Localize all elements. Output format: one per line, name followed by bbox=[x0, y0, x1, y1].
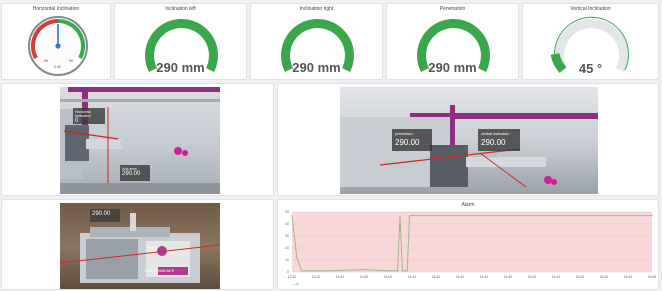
alarm-band bbox=[292, 212, 652, 272]
label-value: 290.00 bbox=[92, 211, 111, 217]
x-tick-label: 15:40 bbox=[624, 275, 633, 279]
data-point bbox=[387, 270, 389, 272]
y-tick-label: 0 bbox=[287, 270, 289, 274]
x-tick-label: 15:50 bbox=[648, 275, 657, 279]
alarm-chart: 50 40 30 20 10 013:20 13:30 13:40 13:50 14:00 14:1… bbox=[285, 210, 657, 286]
label-value: 290.00 bbox=[122, 171, 141, 177]
data-point bbox=[301, 270, 303, 272]
data-point bbox=[399, 215, 401, 217]
data-point bbox=[406, 270, 408, 272]
measurement-label: 290.00 bbox=[90, 209, 120, 222]
gauge-value: 290 mm bbox=[292, 60, 341, 75]
label-title: vertical inclination bbox=[481, 132, 509, 136]
x-tick-label: 13:20 bbox=[288, 275, 297, 279]
gauge-panel-penetration[interactable]: Penetration 290 mm bbox=[386, 3, 519, 80]
data-point bbox=[329, 270, 331, 272]
brand-logo: fives bbox=[147, 246, 158, 252]
x-tick-label: 13:40 bbox=[336, 275, 345, 279]
x-tick-label: 15:00 bbox=[528, 275, 537, 279]
data-point bbox=[397, 270, 399, 272]
x-tick-label: 14:40 bbox=[480, 275, 489, 279]
data-point bbox=[409, 215, 411, 217]
label-value: 290.00 bbox=[395, 138, 420, 147]
data-point bbox=[291, 215, 293, 217]
chart-legend: — A bbox=[292, 282, 299, 286]
data-point bbox=[651, 215, 653, 217]
dial-value: 0.00 bbox=[54, 65, 61, 69]
y-tick-label: 50 bbox=[285, 210, 289, 214]
machine-photo: Horizontal Inclination 0 Axis level 290.… bbox=[60, 87, 220, 194]
x-tick-label: 15:10 bbox=[552, 275, 561, 279]
y-tick-label: 40 bbox=[285, 222, 289, 226]
measurement-label: Axis level 290.00 bbox=[120, 165, 150, 181]
data-point bbox=[392, 270, 394, 272]
product-photo: 290.00 fives Fives NOVAfLINER bbox=[60, 203, 220, 289]
dial-max-label: 90 bbox=[69, 59, 73, 63]
x-tick-label: 14:00 bbox=[384, 275, 393, 279]
x-tick-label: 14:10 bbox=[408, 275, 417, 279]
gauge-panel-inclination-left[interactable]: Inclination left 290 mm bbox=[114, 3, 247, 80]
label-value: 0 bbox=[75, 118, 79, 124]
gauge-value: 45 ° bbox=[578, 61, 603, 76]
x-tick-label: 15:20 bbox=[576, 275, 585, 279]
product-name: Fives NOVAfLINER bbox=[144, 269, 175, 273]
gauge-panel-horizontal-inclination[interactable]: Horizontal Inclination -90 90 0.00 bbox=[1, 3, 111, 80]
data-point bbox=[363, 269, 365, 271]
data-point bbox=[411, 215, 413, 217]
machine-illustration bbox=[340, 105, 598, 188]
gauge-value: 290 mm bbox=[428, 60, 477, 75]
x-tick-label: 13:30 bbox=[312, 275, 321, 279]
x-tick-label: 14:50 bbox=[504, 275, 513, 279]
x-tick-label: 14:30 bbox=[456, 275, 465, 279]
x-tick-label: 15:30 bbox=[600, 275, 609, 279]
gauge-panel-vertical-inclination[interactable]: Vertical Inclination 45 ° bbox=[522, 3, 659, 80]
x-tick-label: 14:20 bbox=[432, 275, 441, 279]
photo-panel-front-view[interactable]: penetration 290.00 vertical inclination … bbox=[277, 83, 659, 196]
measurement-label: Horizontal Inclination 0 bbox=[73, 108, 105, 124]
data-point bbox=[401, 270, 403, 272]
gauge-panel-inclination-right[interactable]: Inclination right 290 mm bbox=[250, 3, 383, 80]
x-tick-label: 13:50 bbox=[360, 275, 369, 279]
dial-min-label: -90 bbox=[43, 59, 48, 63]
machine-photo: penetration 290.00 vertical inclination … bbox=[340, 87, 598, 194]
photo-panel-side-view[interactable]: Horizontal Inclination 0 Axis level 290.… bbox=[1, 83, 274, 196]
measurement-label: penetration 290.00 bbox=[392, 129, 432, 151]
data-point bbox=[404, 270, 406, 272]
gauge-value: 290 mm bbox=[156, 60, 205, 75]
dashboard: Horizontal Inclination -90 90 0.00 Incli… bbox=[0, 0, 662, 291]
label-title: Horizontal Inclination bbox=[75, 110, 91, 118]
dial-gauge: -90 90 0.00 bbox=[28, 16, 88, 76]
alarm-chart-panel[interactable]: Alarm 50 40 30 20 10 0 13:20 13:30 13:40 13:50 14:… bbox=[277, 199, 659, 290]
measurement-label: vertical inclination 290.00 bbox=[478, 129, 520, 151]
label-title: penetration bbox=[395, 132, 413, 136]
y-tick-label: 20 bbox=[285, 246, 289, 250]
data-point bbox=[296, 257, 298, 259]
y-tick-label: 10 bbox=[285, 258, 289, 262]
y-tick-label: 30 bbox=[285, 234, 289, 238]
label-value: 290.00 bbox=[481, 138, 506, 147]
product-illustration bbox=[60, 213, 220, 283]
photo-panel-product[interactable]: 290.00 fives Fives NOVAfLINER bbox=[1, 199, 274, 290]
